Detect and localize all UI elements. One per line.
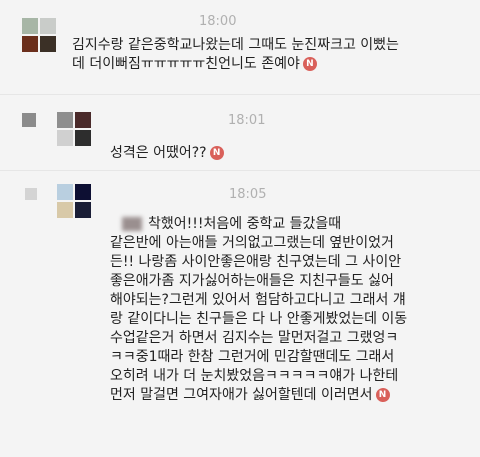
blurred-name [122,217,142,231]
divider [0,170,480,171]
avatar-fragment [25,188,37,200]
avatar[interactable] [57,112,91,146]
new-badge: N [302,57,317,71]
comment-line: 좋은애가좀 지가싫어하는애들은 지친구들도 싫어 [110,273,394,289]
comment-text: 김지수랑 같은중학교나왔는데 그때도 눈진짜크고 이뻤는 데 더이뻐짐ㅠㅠㅠㅠㅠ… [72,36,399,74]
avatar[interactable] [57,184,91,218]
divider [0,94,480,95]
comment-line: 먼저 말걸면 그여자애가 싫어할텐데 이러면서 [110,387,373,403]
comment-text: 성격은 어땠어?? N [110,144,224,163]
comment-line: 든!! 나랑좀 사이안좋은애랑 친구였는데 그 사이안 [110,254,402,270]
comment-line: 착했어!!!처음에 중학교 들갔을때 [148,216,342,232]
comment-line: 성격은 어땠어?? [110,145,207,161]
comment-time: 18:05 [229,187,267,202]
comment-text: 착했어!!!처음에 중학교 들갔을때 같은반에 아는애들 거의없고그랬는데 옆반… [110,215,407,405]
comment-time: 18:00 [199,14,237,29]
comment-line: 수업같은거 하면서 김지수는 말먼저걸고 그랬엉ㅋ [110,330,399,346]
new-badge: N [375,388,390,402]
comment-line: ㅋㅋ중1때라 한참 그런거에 민감할땐데도 그래서 [110,349,395,365]
new-badge: N [209,146,224,160]
comment-line: 김지수랑 같은중학교나왔는데 그때도 눈진짜크고 이뻤는 [72,37,399,53]
avatar[interactable] [22,18,56,52]
comment-line: 해야되는?그런게 있어서 험담하고다니고 그래서 걔 [110,292,406,308]
comment-line: 오히려 내가 더 눈치봤었음ㅋㅋㅋㅋㅋ얘가 나한테 [110,368,399,384]
comment-line: 같은반에 아는애들 거의없고그랬는데 옆반이었거 [110,235,394,251]
comment-time: 18:01 [228,113,266,128]
comment-line: 랑 같이다니는 친구들은 다 나 안좋게봤었는데 이동 [110,311,408,327]
comment-line: 데 더이뻐짐ㅠㅠㅠㅠㅠ친언니도 존예야 [72,56,300,72]
avatar-fragment [22,113,36,127]
